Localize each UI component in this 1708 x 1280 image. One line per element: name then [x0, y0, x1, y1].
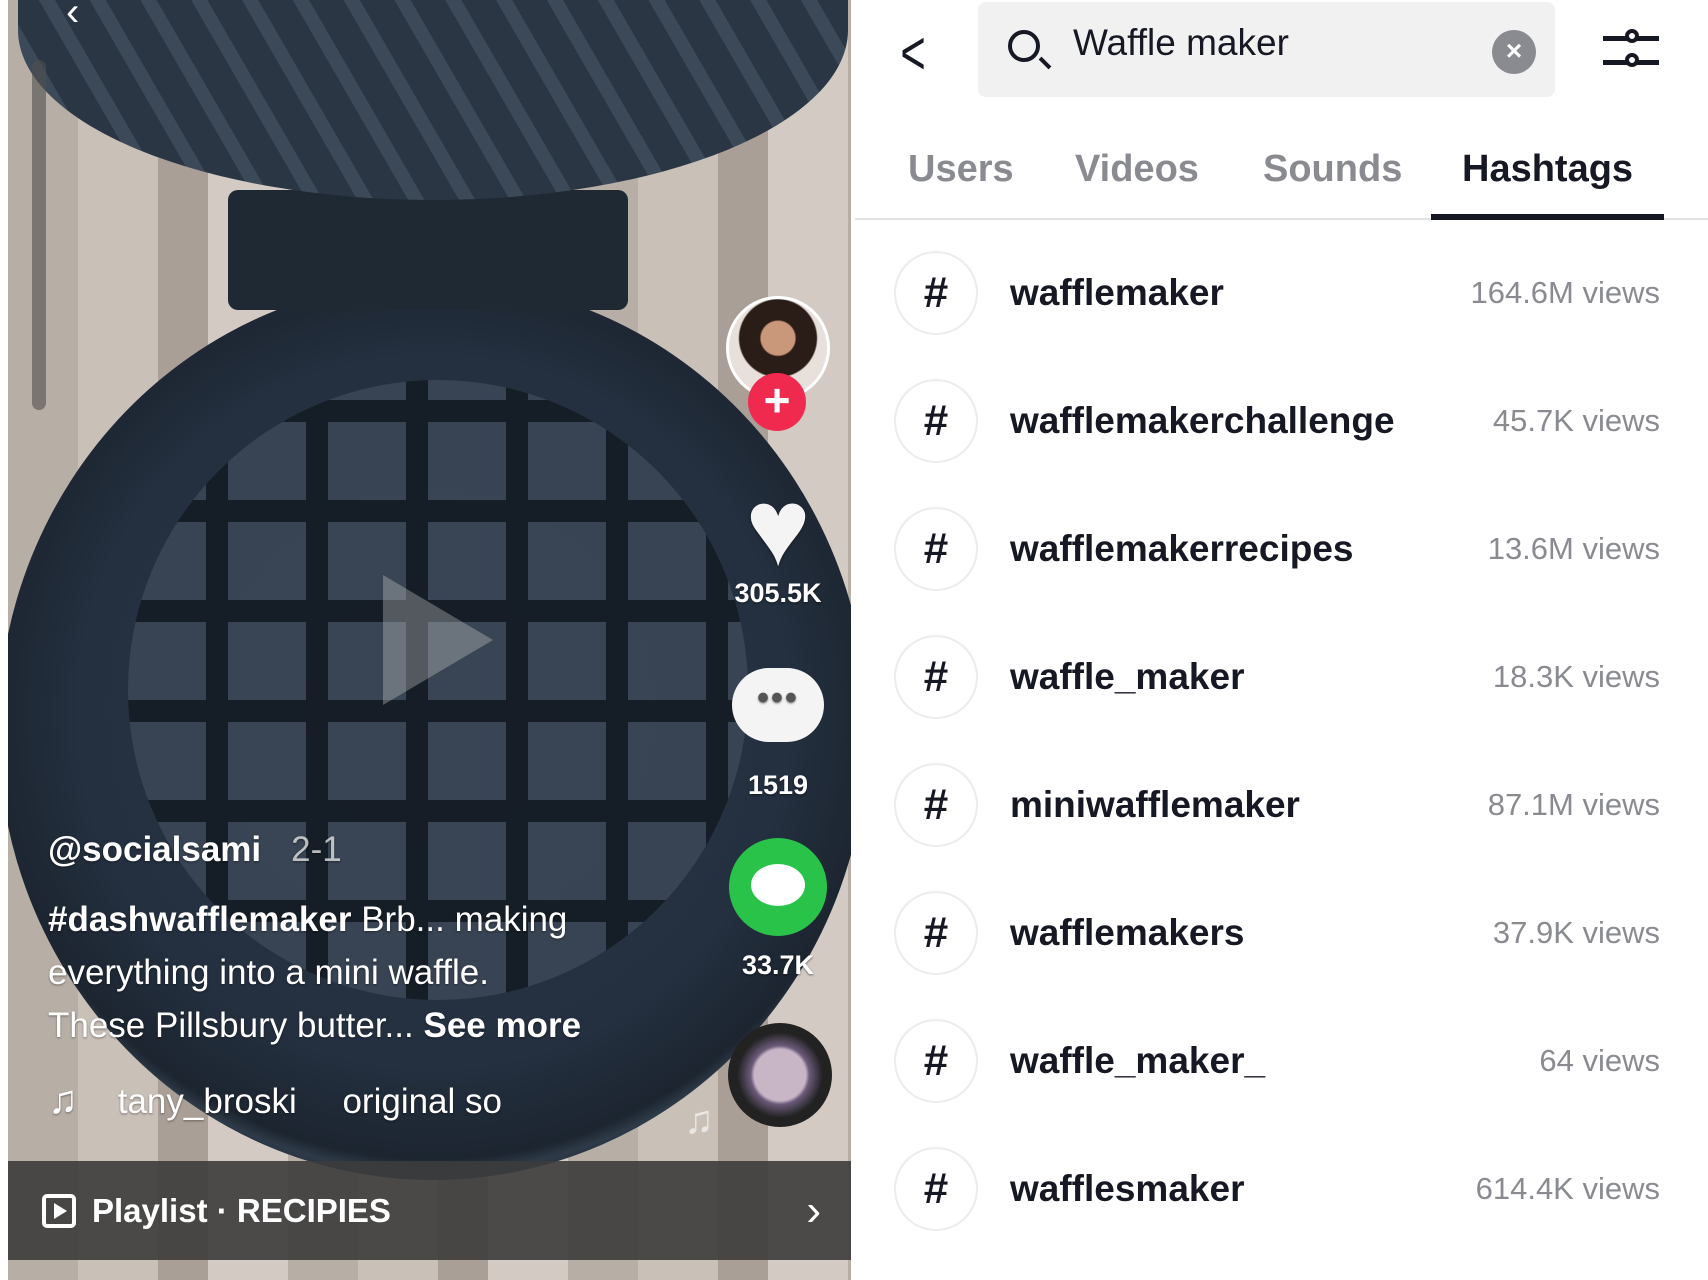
hashtag-row[interactable]: # waffle_maker 18.3K views [855, 613, 1708, 741]
hashtag-icon: # [894, 1019, 978, 1103]
video-player[interactable]: ‹ + ♥ 305.5K ••• 1519 33.7K ♫ @socialsam… [8, 0, 851, 1280]
hashtag-icon: # [894, 379, 978, 463]
comment-button[interactable]: ••• 1519 [723, 668, 833, 801]
hashtag-row[interactable]: # waffle_maker_ 64 views [855, 997, 1708, 1125]
back-icon[interactable]: ‹ [66, 0, 79, 35]
share-button[interactable]: 33.7K [723, 838, 833, 981]
hashtag-name: miniwafflemaker [1010, 784, 1300, 825]
hashtag-views: 37.9K views [1492, 915, 1660, 950]
hashtag-row[interactable]: # wafflesmaker 614.4K views [855, 1125, 1708, 1253]
hashtag-row[interactable]: # wafflemakerrecipes 13.6M views [855, 485, 1708, 613]
hashtag-icon: # [894, 507, 978, 591]
hashtag-name: wafflemakerchallenge [1010, 400, 1395, 441]
music-author: tany_broski [117, 1082, 297, 1121]
heart-icon: ♥ [745, 466, 811, 589]
see-more-link[interactable]: See more [423, 1006, 581, 1045]
hashtag-views: 164.6M views [1470, 275, 1660, 310]
hashtag-icon: # [894, 251, 978, 335]
hashtag-row[interactable]: # miniwafflemaker 87.1M views [855, 741, 1708, 869]
hashtag-views: 13.6M views [1487, 531, 1660, 566]
chevron-right-icon: › [806, 1185, 821, 1235]
music-note-icon: ♫ [684, 1098, 714, 1142]
video-frame-detail [18, 0, 848, 200]
hashtag-name: wafflemaker [1010, 272, 1224, 313]
search-results-panel: < × Users Videos Sounds Hashtags # waffl… [855, 0, 1708, 1280]
hashtag-name: waffle_maker_ [1010, 1040, 1266, 1081]
hashtag-icon: # [894, 635, 978, 719]
hashtag-icon: # [894, 763, 978, 847]
hashtag-name: wafflesmaker [1010, 1168, 1245, 1209]
hashtag-icon: # [894, 1147, 978, 1231]
hashtag-name: wafflemakers [1010, 912, 1245, 953]
hashtag-views: 18.3K views [1492, 659, 1660, 694]
caption-text: These Pillsbury butter... [48, 1006, 414, 1045]
username[interactable]: @socialsami [48, 830, 261, 869]
comment-count: 1519 [747, 770, 809, 800]
hashtag-row[interactable]: # wafflemaker 164.6M views [855, 229, 1708, 357]
music-title: original so [342, 1082, 502, 1121]
share-count: 33.7K [741, 950, 815, 980]
search-bar[interactable]: × [978, 2, 1555, 97]
active-tab-indicator [1431, 214, 1664, 220]
tab-users[interactable]: Users [908, 148, 1014, 191]
follow-button[interactable]: + [748, 373, 806, 431]
comment-icon: ••• [732, 668, 824, 742]
hashtag-row[interactable]: # wafflemakers 37.9K views [855, 869, 1708, 997]
hashtag-views: 614.4K views [1475, 1171, 1660, 1206]
clear-icon[interactable]: × [1492, 30, 1536, 74]
music-note-icon: ♫ [48, 1078, 78, 1122]
hashtag-name: waffle_maker [1010, 656, 1245, 697]
search-input[interactable] [1073, 22, 1493, 64]
scrollbar[interactable] [32, 60, 46, 410]
back-icon[interactable]: < [900, 18, 925, 89]
tab-bar: Users Videos Sounds Hashtags [855, 140, 1708, 220]
hashtag-icon: # [894, 891, 978, 975]
music-info[interactable]: ♫ tany_broski original so [48, 1078, 502, 1123]
video-frame-detail [228, 190, 628, 310]
playlist-bar[interactable]: Playlist · RECIPIES › [8, 1161, 851, 1260]
caption-hashtag[interactable]: #dashwafflemaker [48, 900, 351, 939]
playlist-icon [42, 1193, 76, 1228]
like-count: 305.5K [734, 578, 822, 608]
post-date: 2-1 [291, 830, 342, 869]
tab-hashtags[interactable]: Hashtags [1462, 148, 1633, 191]
hashtag-name: wafflemakerrecipes [1010, 528, 1354, 569]
caption-text: everything into a mini waffle. [48, 953, 489, 992]
music-disc[interactable] [728, 1023, 832, 1127]
hashtag-row[interactable]: # wafflemakerchallenge 45.7K views [855, 357, 1708, 485]
like-button[interactable]: ♥ 305.5K [723, 466, 833, 609]
caption-text: Brb... making [351, 900, 568, 939]
tab-videos[interactable]: Videos [1075, 148, 1199, 191]
hashtag-views: 64 views [1539, 1043, 1660, 1078]
play-icon[interactable] [383, 575, 493, 705]
hashtag-views: 45.7K views [1492, 403, 1660, 438]
playlist-label: Playlist · RECIPIES [92, 1191, 391, 1229]
filter-icon[interactable] [1603, 28, 1659, 72]
hashtag-views: 87.1M views [1487, 787, 1660, 822]
tab-sounds[interactable]: Sounds [1263, 148, 1402, 191]
search-icon [1008, 30, 1040, 62]
share-icon [729, 838, 827, 936]
